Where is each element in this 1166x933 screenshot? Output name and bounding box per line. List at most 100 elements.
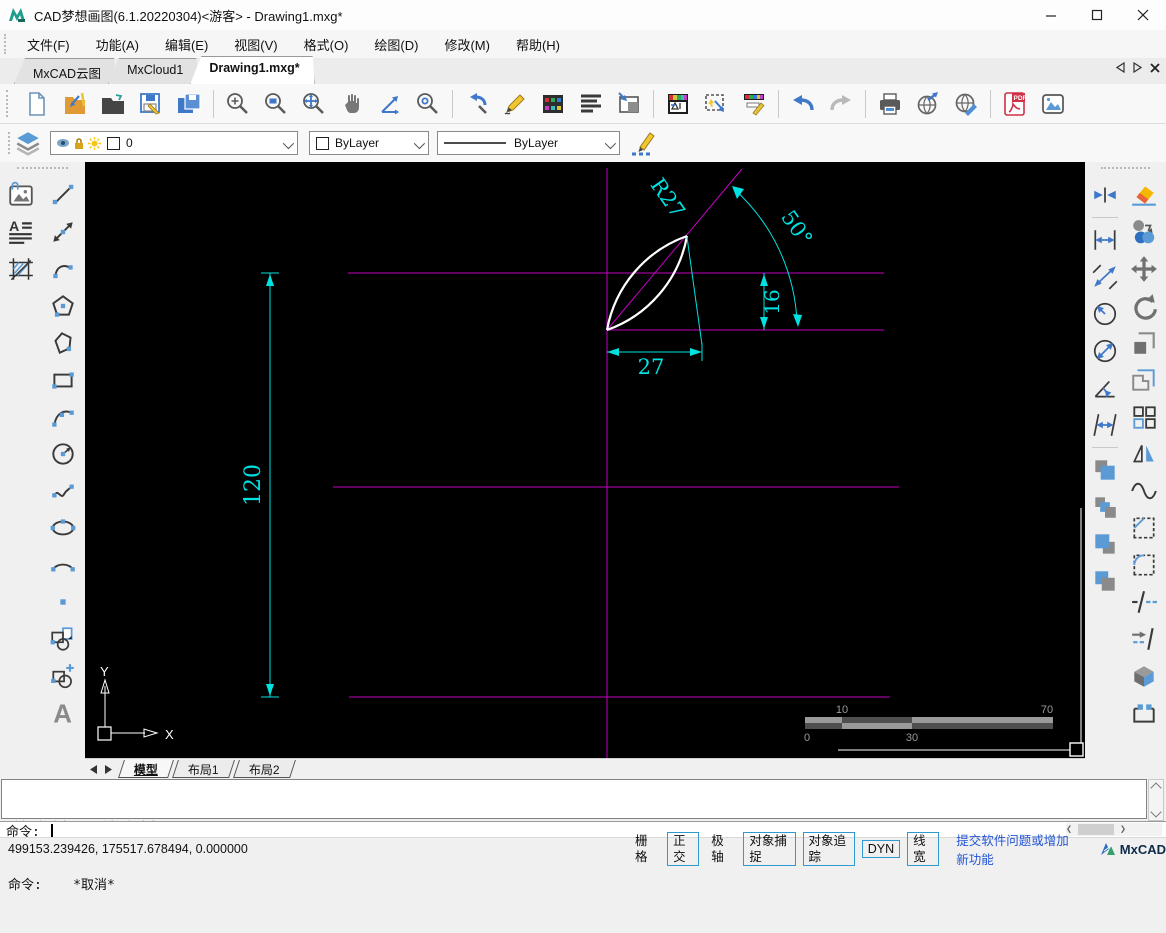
scroll-up-icon[interactable] <box>1150 782 1162 794</box>
copy-icon[interactable] <box>1126 214 1162 250</box>
menu-format[interactable]: 格式(O) <box>291 31 362 58</box>
scroll-thumb[interactable] <box>1078 824 1115 835</box>
text-style-icon[interactable] <box>574 87 608 121</box>
tab-layout1[interactable]: 布局1 <box>172 760 235 778</box>
fillet-icon[interactable] <box>1126 547 1162 583</box>
tab-model[interactable]: 模型 <box>118 760 174 778</box>
tab-drawing1[interactable]: Drawing1.mxg* <box>190 56 314 84</box>
move-icon[interactable] <box>1126 251 1162 287</box>
pdf-export-icon[interactable]: PDF <box>998 87 1032 121</box>
menu-modify[interactable]: 修改(M) <box>431 31 503 58</box>
draw-order-back-icon[interactable] <box>1087 489 1123 525</box>
drawing-canvas[interactable]: 16 27 120 R27 50° Y X 10 70 0 30 <box>85 162 1085 758</box>
toggle-otrack[interactable]: 对象追踪 <box>802 832 855 866</box>
chamfer-icon[interactable] <box>1126 510 1162 546</box>
zoom-center-icon[interactable] <box>411 87 445 121</box>
point-icon[interactable] <box>45 584 81 620</box>
scroll-down-icon[interactable] <box>1150 806 1162 818</box>
select-objects-icon[interactable] <box>699 87 733 121</box>
select-window-icon[interactable] <box>612 87 646 121</box>
draw-order-front-icon[interactable] <box>1087 452 1123 488</box>
layer-combo[interactable]: 0 <box>50 131 298 155</box>
close-tab-icon[interactable] <box>1150 62 1160 73</box>
menu-view[interactable]: 视图(V) <box>221 31 290 58</box>
publish-web-icon[interactable] <box>911 87 945 121</box>
break-at-point-icon[interactable] <box>1087 177 1123 213</box>
menu-help[interactable]: 帮助(H) <box>503 31 573 58</box>
hatch-icon[interactable] <box>3 251 39 287</box>
zoom-window-icon[interactable] <box>259 87 293 121</box>
layer-colorbar-icon[interactable] <box>661 87 695 121</box>
prev-layout-icon[interactable] <box>85 761 101 777</box>
line-icon[interactable] <box>45 177 81 213</box>
save-all-icon[interactable] <box>172 87 206 121</box>
draw-order-above-icon[interactable] <box>1087 526 1123 562</box>
rotate-icon[interactable] <box>1126 288 1162 324</box>
polyline-icon[interactable] <box>45 251 81 287</box>
draw-pencil-icon[interactable] <box>498 87 532 121</box>
command-hscrollbar[interactable]: ❮ ❯ <box>1066 823 1162 836</box>
command-scrollbar[interactable] <box>1148 779 1164 821</box>
redo-icon[interactable] <box>824 87 858 121</box>
attach-image-icon[interactable] <box>3 177 39 213</box>
break-icon[interactable] <box>1126 584 1162 620</box>
toggle-ortho[interactable]: 正交 <box>667 832 700 866</box>
pan-icon[interactable] <box>335 87 369 121</box>
explode-icon[interactable] <box>1126 658 1162 694</box>
polygon-icon[interactable] <box>45 288 81 324</box>
tab-mxcloud1[interactable]: MxCloud1 <box>108 58 198 84</box>
dim-aligned-icon[interactable] <box>1087 259 1123 295</box>
linetype-combo[interactable]: ByLayer <box>437 131 620 155</box>
dim-continue-icon[interactable] <box>1087 407 1123 443</box>
scroll-right-icon[interactable]: ❯ <box>1120 824 1126 835</box>
scale-icon[interactable] <box>1126 325 1162 361</box>
toggle-polar[interactable]: 极轴 <box>706 833 736 865</box>
menu-file[interactable]: 文件(F) <box>14 31 83 58</box>
layers-icon[interactable] <box>14 130 42 156</box>
format-brush-icon[interactable] <box>737 87 771 121</box>
frame-corner-grip[interactable] <box>1069 742 1084 757</box>
menu-edit[interactable]: 编辑(E) <box>152 31 221 58</box>
prev-tab-icon[interactable] <box>1116 62 1125 73</box>
close-button[interactable] <box>1120 0 1166 30</box>
dim-angular-icon[interactable] <box>1087 370 1123 406</box>
open-folder-icon[interactable] <box>96 87 130 121</box>
create-block-icon[interactable] <box>45 658 81 694</box>
offset-icon[interactable] <box>1126 362 1162 398</box>
command-history[interactable]: 选择直线段1: 选择直线段2: 命令: *取消* <box>1 779 1147 893</box>
color-palette-icon[interactable] <box>536 87 570 121</box>
open-file-icon[interactable] <box>58 87 92 121</box>
construction-line-icon[interactable] <box>45 214 81 250</box>
next-layout-icon[interactable] <box>101 761 117 777</box>
zoom-scale-icon[interactable] <box>221 87 255 121</box>
ellipse-icon[interactable] <box>45 510 81 546</box>
extend-icon[interactable] <box>1126 621 1162 657</box>
new-file-icon[interactable] <box>20 87 54 121</box>
fit-curve-icon[interactable] <box>1126 473 1162 509</box>
arc-icon[interactable] <box>45 399 81 435</box>
array-icon[interactable] <box>1126 399 1162 435</box>
insert-image-icon[interactable] <box>1036 87 1070 121</box>
toggle-dyn[interactable]: DYN <box>861 840 901 858</box>
undo-icon[interactable] <box>786 87 820 121</box>
dim-radius-icon[interactable] <box>1087 296 1123 332</box>
draw-order-below-icon[interactable] <box>1087 563 1123 599</box>
ellipse-arc-icon[interactable] <box>45 547 81 583</box>
feedback-link[interactable]: 提交软件问题或增加新功能 <box>956 830 1077 868</box>
linetype-edit-icon[interactable] <box>630 130 656 157</box>
web-edit-icon[interactable] <box>949 87 983 121</box>
mirror-icon[interactable] <box>1126 436 1162 472</box>
menu-draw[interactable]: 绘图(D) <box>361 31 431 58</box>
erase-icon[interactable] <box>1126 177 1162 213</box>
next-tab-icon[interactable] <box>1133 62 1142 73</box>
minimize-button[interactable] <box>1028 0 1074 30</box>
color-combo[interactable]: ByLayer <box>309 131 429 155</box>
toggle-osnap[interactable]: 对象捕捉 <box>743 832 796 866</box>
menu-function[interactable]: 功能(A) <box>83 31 152 58</box>
tab-layout2[interactable]: 布局2 <box>232 760 296 778</box>
pedit-icon[interactable] <box>1126 695 1162 731</box>
insert-block-icon[interactable] <box>45 621 81 657</box>
dim-linear-icon[interactable] <box>1087 222 1123 258</box>
ucs-axes-icon[interactable] <box>373 87 407 121</box>
dim-diameter-icon[interactable] <box>1087 333 1123 369</box>
